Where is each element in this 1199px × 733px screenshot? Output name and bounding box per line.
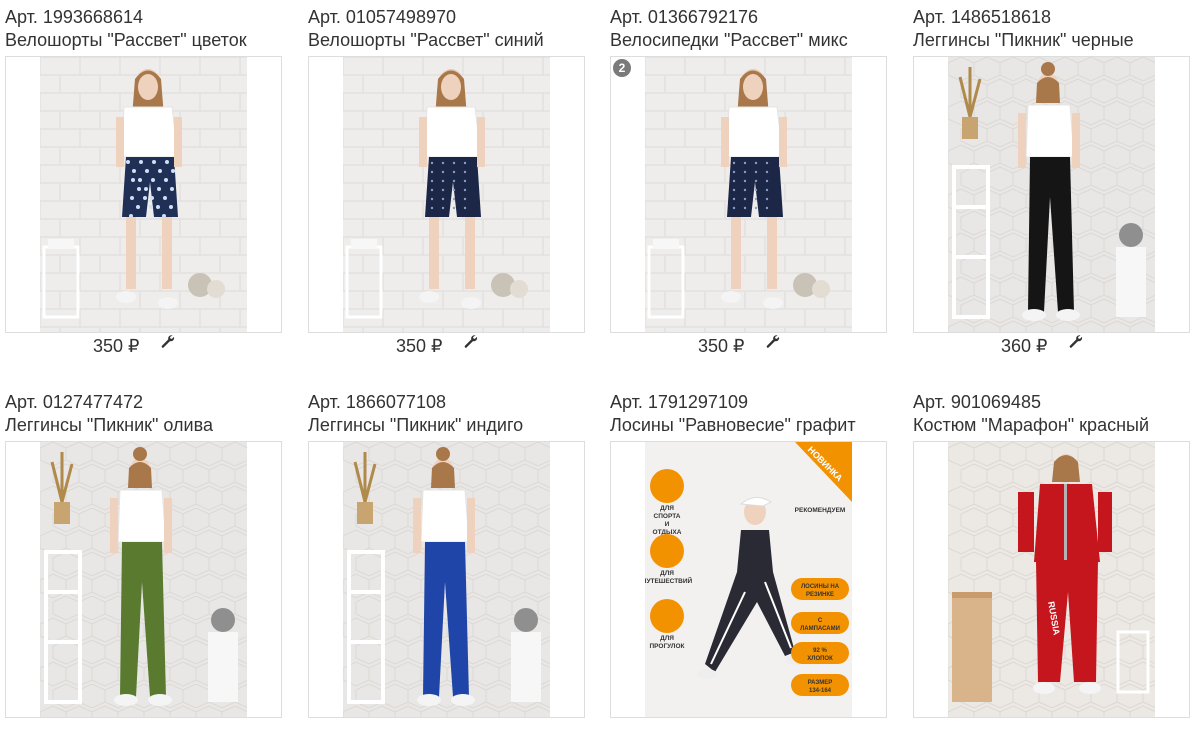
product-title[interactable]: Лосины "Равновесие" графит bbox=[610, 414, 887, 436]
product-photo[interactable] bbox=[645, 57, 852, 332]
svg-text:134-164: 134-164 bbox=[809, 688, 832, 694]
svg-text:ДЛЯ: ДЛЯ bbox=[660, 570, 674, 577]
svg-text:ДЛЯ: ДЛЯ bbox=[660, 635, 674, 642]
product-title[interactable]: Велошорты "Рассвет" цветок bbox=[5, 29, 282, 51]
product-price: 350 ₽ bbox=[396, 336, 443, 356]
wrench-icon[interactable] bbox=[764, 333, 780, 349]
svg-text:ПУТЕШЕСТВИЙ: ПУТЕШЕСТВИЙ bbox=[645, 576, 693, 585]
product-article: Арт. 901069485 bbox=[913, 392, 1041, 412]
price-row: 360 ₽ bbox=[913, 335, 1190, 357]
product-article: Арт. 1486518618 bbox=[913, 7, 1051, 27]
svg-text:И: И bbox=[665, 521, 670, 528]
product-card[interactable]: Арт. 0127477472 Леггинсы "Пикник" олива bbox=[5, 391, 282, 718]
product-photo[interactable] bbox=[343, 442, 550, 717]
product-article: Арт. 1866077108 bbox=[308, 392, 446, 412]
product-title[interactable]: Велосипедки "Рассвет" микс bbox=[610, 29, 887, 51]
product-price: 350 ₽ bbox=[93, 336, 140, 356]
price-row: 350 ₽ bbox=[610, 335, 887, 357]
product-title[interactable]: Леггинсы "Пикник" индиго bbox=[308, 414, 585, 436]
svg-text:С: С bbox=[818, 618, 823, 624]
product-photo[interactable] bbox=[40, 57, 247, 332]
product-title[interactable]: Костюм "Марафон" красный bbox=[913, 414, 1190, 436]
wrench-icon[interactable] bbox=[462, 333, 478, 349]
price-row: 350 ₽ bbox=[308, 335, 585, 357]
product-article: Арт. 1993668614 bbox=[5, 7, 143, 27]
product-card[interactable]: Арт. 01366792176 Велосипедки "Рассвет" м… bbox=[610, 6, 887, 356]
wrench-icon[interactable] bbox=[159, 333, 175, 349]
product-image-frame[interactable]: 2 bbox=[610, 56, 887, 333]
svg-text:ПРОГУЛОК: ПРОГУЛОК bbox=[649, 643, 684, 650]
product-title[interactable]: Велошорты "Рассвет" синий bbox=[308, 29, 585, 51]
photo-count-badge: 2 bbox=[613, 59, 631, 77]
svg-text:РЕКОМЕНДУЕМ: РЕКОМЕНДУЕМ bbox=[795, 507, 846, 514]
price-row: 350 ₽ bbox=[5, 335, 282, 357]
product-article: Арт. 01057498970 bbox=[308, 7, 456, 27]
product-grid: Арт. 1993668614 Велошорты "Рассвет" цвет… bbox=[0, 0, 1199, 733]
product-image-frame[interactable] bbox=[308, 56, 585, 333]
svg-text:ЛАМПАСАМИ: ЛАМПАСАМИ bbox=[800, 626, 840, 632]
product-image-frame[interactable] bbox=[913, 56, 1190, 333]
product-article: Арт. 01366792176 bbox=[610, 7, 758, 27]
product-photo[interactable] bbox=[40, 442, 247, 717]
product-photo[interactable] bbox=[343, 57, 550, 332]
product-image-frame[interactable] bbox=[308, 441, 585, 718]
product-photo[interactable] bbox=[948, 57, 1155, 332]
svg-text:ДЛЯ: ДЛЯ bbox=[660, 505, 674, 512]
svg-text:РЕЗИНКЕ: РЕЗИНКЕ bbox=[806, 592, 834, 598]
product-image-frame[interactable] bbox=[5, 56, 282, 333]
product-article: Арт. 1791297109 bbox=[610, 392, 748, 412]
product-image-frame[interactable]: НОВИНКА ДЛЯ СПОРТА И ОТДЫХА ДЛЯ ПУТЕШЕСТВИЙ ДЛЯ… bbox=[610, 441, 887, 718]
product-price: 350 ₽ bbox=[698, 336, 745, 356]
svg-text:РАЗМЕР: РАЗМЕР bbox=[808, 680, 833, 686]
svg-text:92 %: 92 % bbox=[813, 648, 827, 654]
svg-text:ЛОСИНЫ НА: ЛОСИНЫ НА bbox=[801, 584, 840, 590]
product-title[interactable]: Леггинсы "Пикник" черные bbox=[913, 29, 1190, 51]
product-image-frame[interactable]: RUSSIA bbox=[913, 441, 1190, 718]
product-card[interactable]: Арт. 1866077108 Леггинсы "Пикник" индиго bbox=[308, 391, 585, 718]
product-card[interactable]: Арт. 1993668614 Велошорты "Рассвет" цвет… bbox=[5, 6, 282, 356]
product-article: Арт. 0127477472 bbox=[5, 392, 143, 412]
product-card[interactable]: Арт. 901069485 Костюм "Марафон" красный … bbox=[913, 391, 1190, 718]
product-image-frame[interactable] bbox=[5, 441, 282, 718]
wrench-icon[interactable] bbox=[1067, 333, 1083, 349]
product-price: 360 ₽ bbox=[1001, 336, 1048, 356]
product-card[interactable]: Арт. 01057498970 Велошорты "Рассвет" син… bbox=[308, 6, 585, 356]
svg-text:СПОРТА: СПОРТА bbox=[654, 513, 681, 520]
product-photo[interactable]: RUSSIA bbox=[948, 442, 1155, 717]
product-photo[interactable]: НОВИНКА ДЛЯ СПОРТА И ОТДЫХА ДЛЯ ПУТЕШЕСТВИЙ ДЛЯ… bbox=[645, 442, 852, 717]
product-card[interactable]: Арт. 1486518618 Леггинсы "Пикник" черные… bbox=[913, 6, 1190, 356]
product-card[interactable]: Арт. 1791297109 Лосины "Равновесие" граф… bbox=[610, 391, 887, 718]
svg-text:ХЛОПОК: ХЛОПОК bbox=[807, 656, 833, 662]
product-title[interactable]: Леггинсы "Пикник" олива bbox=[5, 414, 282, 436]
